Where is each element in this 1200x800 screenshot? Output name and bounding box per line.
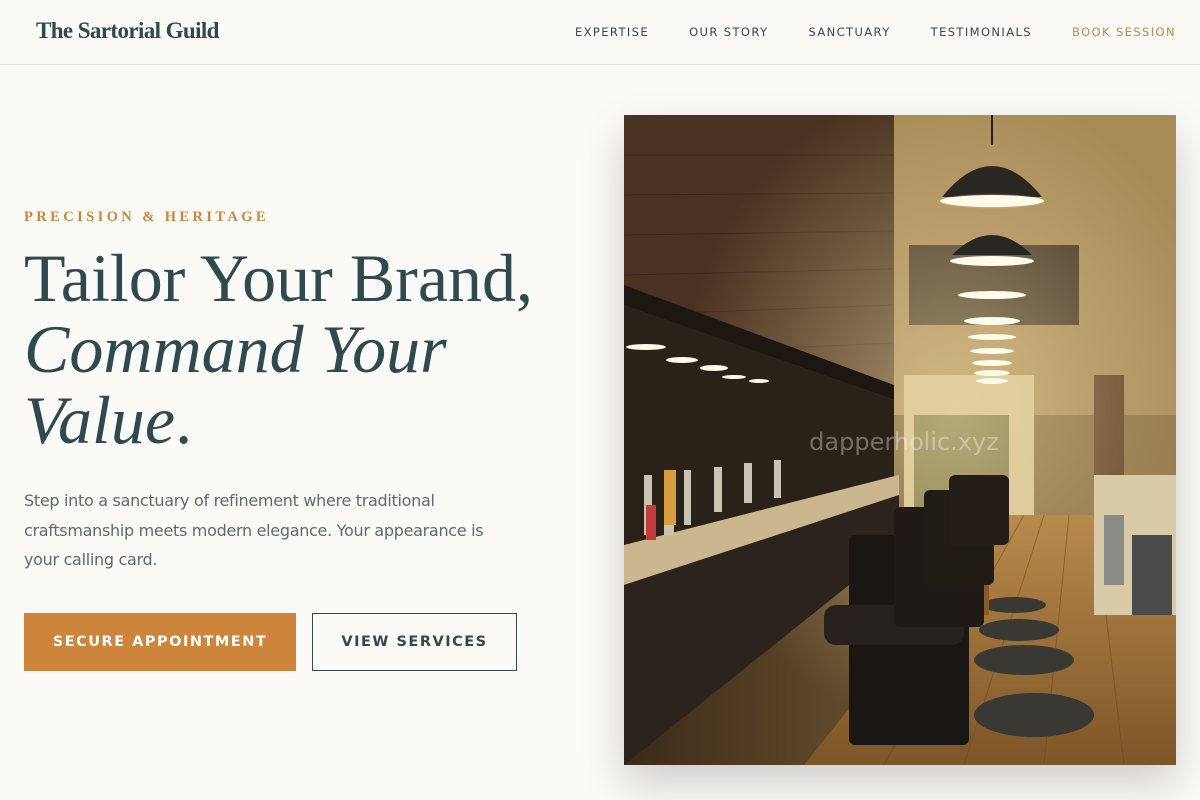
hero-headline: Tailor Your Brand, Command Your Value.: [24, 243, 533, 456]
barbershop-image: dapperholic.xyz: [624, 115, 1176, 765]
nav-link-sanctuary[interactable]: SANCTUARY: [808, 25, 890, 39]
headline-line-3: Value.: [24, 385, 533, 456]
headline-line-2: Command Your: [24, 314, 533, 385]
nav-link-our-story[interactable]: OUR STORY: [689, 25, 768, 39]
site-header: The Sartorial Guild EXPERTISE OUR STORY …: [0, 0, 1200, 65]
photo-watermark: dapperholic.xyz: [809, 428, 999, 456]
hero-description: Step into a sanctuary of refinement wher…: [24, 491, 484, 569]
headline-line-2-text: Command Your: [24, 311, 447, 387]
nav-link-book-session[interactable]: BOOK SESSION: [1072, 25, 1176, 39]
hero-photo: dapperholic.xyz: [624, 115, 1176, 765]
nav-link-testimonials[interactable]: TESTIMONIALS: [931, 25, 1032, 39]
headline-period: .: [175, 382, 193, 458]
brand-logo[interactable]: The Sartorial Guild: [36, 18, 219, 44]
secure-appointment-button[interactable]: SECURE APPOINTMENT: [24, 613, 296, 671]
headline-line-1: Tailor Your Brand,: [24, 240, 534, 316]
headline-line-3-italic: Value: [24, 382, 176, 458]
nav-link-expertise[interactable]: EXPERTISE: [575, 25, 649, 39]
view-services-button[interactable]: VIEW SERVICES: [312, 613, 517, 671]
main-nav: EXPERTISE OUR STORY SANCTUARY TESTIMONIA…: [535, 25, 1176, 39]
hero-eyebrow: PRECISION & HERITAGE: [24, 209, 269, 225]
